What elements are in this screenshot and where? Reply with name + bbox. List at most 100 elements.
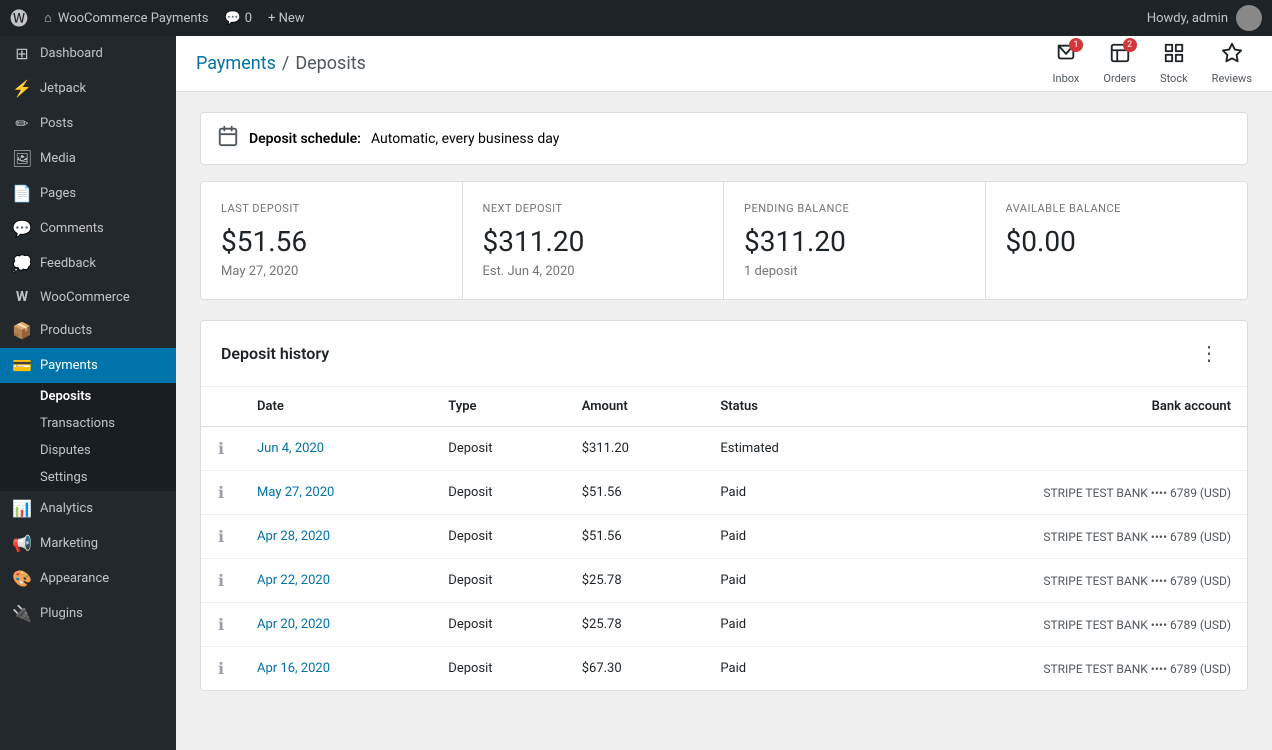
- row-date[interactable]: Apr 22, 2020: [241, 559, 432, 603]
- date-link: May 27, 2020: [257, 485, 334, 500]
- row-bank: STRIPE TEST BANK •••• 6789 (USD): [863, 515, 1247, 559]
- last-deposit-sub: May 27, 2020: [221, 264, 442, 279]
- comments-icon: 💬: [225, 11, 241, 26]
- row-info-icon[interactable]: ℹ: [201, 515, 241, 559]
- reviews-action[interactable]: Reviews: [1212, 42, 1252, 85]
- inbox-action[interactable]: 1 Inbox: [1053, 42, 1080, 85]
- sidebar-submenu-transactions[interactable]: Transactions: [0, 410, 176, 437]
- deposit-history: Deposit history ⋮ Date Type Amount Statu…: [200, 320, 1248, 691]
- last-deposit-label: LAST DEPOSIT: [221, 202, 442, 215]
- row-type: Deposit: [432, 515, 565, 559]
- sidebar-submenu-disputes[interactable]: Disputes: [0, 437, 176, 464]
- sidebar-item-jetpack[interactable]: ⚡ Jetpack: [0, 71, 176, 106]
- sidebar-item-label: Posts: [40, 116, 73, 131]
- sidebar: ⊞ Dashboard ⚡ Jetpack ✏ Posts 🖼 Media 📄 …: [0, 36, 176, 750]
- comments-link[interactable]: 💬 0: [225, 11, 253, 26]
- breadcrumb-parent[interactable]: Payments: [196, 53, 276, 74]
- row-bank: [863, 427, 1247, 471]
- col-header-type: Type: [432, 387, 565, 427]
- site-name[interactable]: ⌂ WooCommerce Payments: [44, 10, 209, 26]
- row-date[interactable]: Apr 16, 2020: [241, 647, 432, 691]
- sidebar-item-products[interactable]: 📦 Products: [0, 313, 176, 348]
- date-link: Apr 28, 2020: [257, 529, 330, 544]
- row-info-icon[interactable]: ℹ: [201, 427, 241, 471]
- last-deposit-amount: $51.56: [221, 225, 442, 258]
- row-status: Paid: [704, 647, 862, 691]
- breadcrumb: Payments / Deposits: [196, 53, 366, 74]
- inbox-label: Inbox: [1053, 72, 1080, 85]
- top-actions: 1 Inbox 2 Orders Stock: [1053, 42, 1252, 85]
- next-deposit-amount: $311.20: [483, 225, 704, 258]
- row-info-icon[interactable]: ℹ: [201, 559, 241, 603]
- row-info-icon[interactable]: ℹ: [201, 471, 241, 515]
- row-status: Paid: [704, 559, 862, 603]
- sidebar-item-marketing[interactable]: 📢 Marketing: [0, 526, 176, 561]
- avatar: [1236, 5, 1262, 31]
- table-row: ℹ May 27, 2020 Deposit $51.56 Paid STRIP…: [201, 471, 1247, 515]
- row-type: Deposit: [432, 603, 565, 647]
- deposit-schedule-label: Deposit schedule:: [249, 131, 361, 147]
- more-options-button[interactable]: ⋮: [1191, 337, 1227, 370]
- new-link[interactable]: + New: [268, 11, 305, 26]
- row-bank: STRIPE TEST BANK •••• 6789 (USD): [863, 471, 1247, 515]
- row-date[interactable]: Apr 28, 2020: [241, 515, 432, 559]
- sidebar-item-label: Dashboard: [40, 46, 103, 61]
- pending-balance-card: PENDING BALANCE $311.20 1 deposit: [724, 182, 986, 299]
- orders-icon: 2: [1109, 42, 1131, 70]
- row-amount: $51.56: [566, 515, 705, 559]
- table-row: ℹ Apr 16, 2020 Deposit $67.30 Paid STRIP…: [201, 647, 1247, 691]
- row-date[interactable]: Jun 4, 2020: [241, 427, 432, 471]
- appearance-icon: 🎨: [12, 569, 32, 588]
- available-balance-card: AVAILABLE BALANCE $0.00: [986, 182, 1248, 299]
- sidebar-item-label: WooCommerce: [40, 290, 130, 305]
- sidebar-item-analytics[interactable]: 📊 Analytics: [0, 491, 176, 526]
- row-date[interactable]: Apr 20, 2020: [241, 603, 432, 647]
- row-type: Deposit: [432, 647, 565, 691]
- sidebar-item-label: Marketing: [40, 536, 98, 551]
- comments-icon: 💬: [12, 219, 32, 238]
- sidebar-item-comments[interactable]: 💬 Comments: [0, 211, 176, 246]
- sidebar-item-appearance[interactable]: 🎨 Appearance: [0, 561, 176, 596]
- sidebar-item-posts[interactable]: ✏ Posts: [0, 106, 176, 141]
- row-info-icon[interactable]: ℹ: [201, 647, 241, 691]
- sidebar-submenu-deposits[interactable]: Deposits: [0, 383, 176, 410]
- content-area: Payments / Deposits 1 Inbox 2: [176, 36, 1272, 750]
- row-amount: $25.78: [566, 559, 705, 603]
- col-header-bank: Bank account: [863, 387, 1247, 427]
- row-info-icon[interactable]: ℹ: [201, 603, 241, 647]
- sidebar-item-dashboard[interactable]: ⊞ Dashboard: [0, 36, 176, 71]
- sidebar-item-media[interactable]: 🖼 Media: [0, 141, 176, 176]
- orders-action[interactable]: 2 Orders: [1103, 42, 1136, 85]
- row-status: Estimated: [704, 427, 862, 471]
- sidebar-item-plugins[interactable]: 🔌 Plugins: [0, 596, 176, 631]
- sidebar-submenu-settings[interactable]: Settings: [0, 464, 176, 491]
- sidebar-item-label: Appearance: [40, 571, 109, 586]
- reviews-icon: [1221, 42, 1243, 70]
- inbox-badge: 1: [1069, 38, 1083, 52]
- row-status: Paid: [704, 603, 862, 647]
- col-header-info: [201, 387, 241, 427]
- sidebar-item-feedback[interactable]: 💭 Feedback: [0, 246, 176, 281]
- row-date[interactable]: May 27, 2020: [241, 471, 432, 515]
- stock-action[interactable]: Stock: [1160, 42, 1188, 85]
- table-row: ℹ Jun 4, 2020 Deposit $311.20 Estimated: [201, 427, 1247, 471]
- sidebar-item-pages[interactable]: 📄 Pages: [0, 176, 176, 211]
- stock-icon: [1163, 42, 1185, 70]
- main-content: Deposit schedule: Automatic, every busin…: [176, 92, 1272, 750]
- row-type: Deposit: [432, 427, 565, 471]
- pending-balance-sub: 1 deposit: [744, 264, 965, 279]
- home-icon: ⌂: [44, 10, 52, 26]
- col-header-date[interactable]: Date: [241, 387, 432, 427]
- sidebar-item-label: Plugins: [40, 606, 83, 621]
- row-amount: $51.56: [566, 471, 705, 515]
- sidebar-item-label: Payments: [40, 358, 98, 373]
- sidebar-item-payments[interactable]: 💳 Payments: [0, 348, 176, 383]
- deposit-history-table: Date Type Amount Status Bank account ℹ J…: [201, 387, 1247, 690]
- breadcrumb-separator: /: [282, 53, 289, 74]
- inbox-icon: 1: [1055, 42, 1077, 70]
- sidebar-item-woocommerce[interactable]: W WooCommerce: [0, 281, 176, 313]
- summary-cards: LAST DEPOSIT $51.56 May 27, 2020 NEXT DE…: [200, 181, 1248, 300]
- sidebar-item-label: Products: [40, 323, 92, 338]
- row-type: Deposit: [432, 471, 565, 515]
- analytics-icon: 📊: [12, 499, 32, 518]
